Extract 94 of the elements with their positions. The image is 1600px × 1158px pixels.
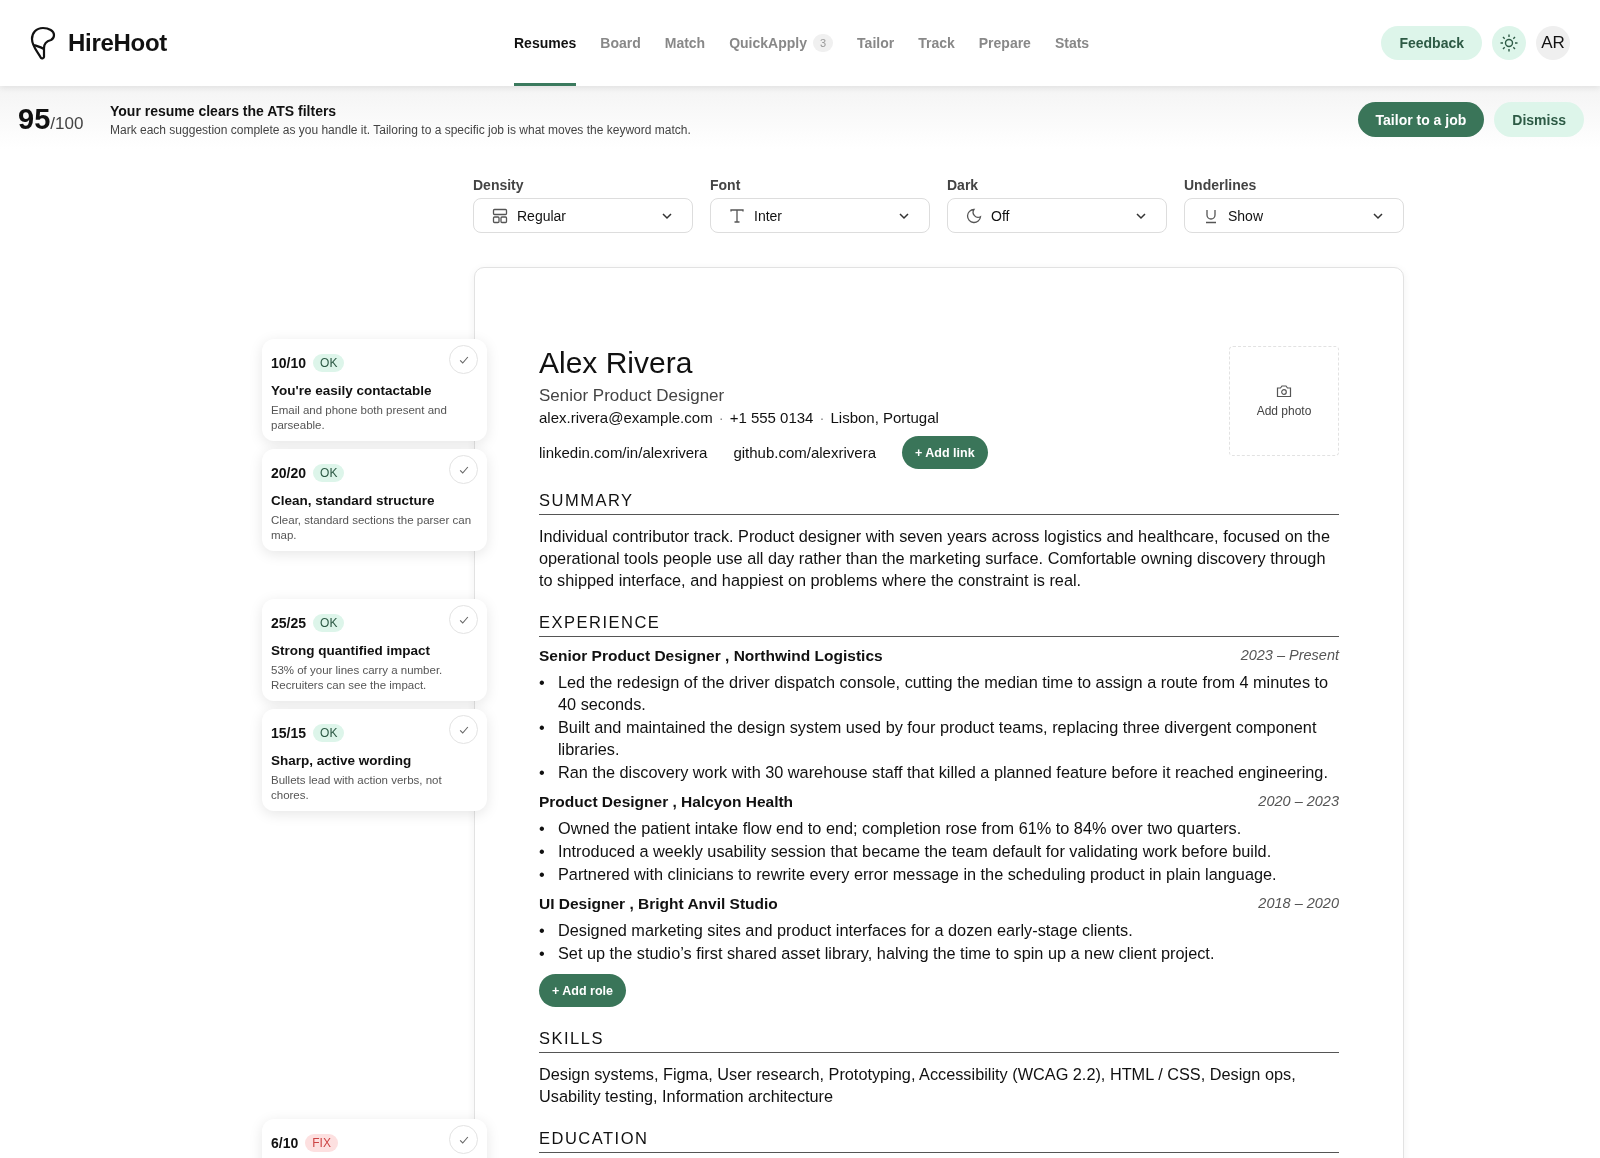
nav-tab[interactable]: Track [918, 0, 955, 86]
feedback-button[interactable]: Feedback [1381, 26, 1482, 60]
section-heading: SKILLS [539, 1029, 1339, 1053]
check-icon[interactable] [449, 715, 478, 744]
status-badge: OK [313, 613, 345, 632]
nav-tab[interactable]: Prepare [978, 0, 1031, 86]
count-badge: 3 [812, 34, 834, 52]
check-icon[interactable] [449, 345, 478, 374]
role-title: Product Designer , Halcyon Health [539, 793, 794, 811]
profile-link[interactable]: github.com/alexrivera [733, 444, 876, 461]
bullet-marker: • [539, 943, 546, 964]
setting-label: Dark [947, 177, 980, 193]
contact-text: Lisbon, Portugal [830, 409, 939, 426]
skills-text: Design systems, Figma, User research, Prototyping, Accessibility (WCAG 2.2), HTML / CSS, Design ops, Usability testing, Information architecture [539, 1064, 1297, 1107]
check-title: You're easily contactable [271, 383, 433, 398]
nav-tab[interactable]: Stats [1054, 0, 1090, 86]
resume-headline: Senior Product Designer [539, 386, 726, 406]
sun-icon[interactable] [1492, 26, 1526, 60]
tailor-button[interactable]: Tailor to a job [1357, 102, 1485, 137]
status-badge: OK [313, 353, 345, 372]
separator-dot: · [718, 409, 724, 426]
nav-tab[interactable]: Tailor [857, 0, 895, 86]
check-text: Bullets lead with action verbs, not chores. [271, 773, 443, 803]
dismiss-button[interactable]: Dismiss [1494, 102, 1584, 137]
nav-tab[interactable]: Board [600, 0, 641, 86]
bullet-marker: • [539, 818, 546, 839]
contact-text: alex.rivera@example.com [539, 409, 713, 426]
bullet-text: Partnered with clinicians to rewrite every error message in the scheduling product in plain language. [558, 864, 1277, 885]
bullet-marker: • [539, 762, 546, 783]
select-field[interactable]: Off [947, 198, 1167, 233]
select-field[interactable]: Show [1184, 198, 1404, 233]
check-score: 25/25 [271, 614, 307, 631]
nav-tab[interactable]: Match [664, 0, 706, 86]
check-score: 20/20 [271, 464, 307, 481]
section-heading: EXPERIENCE [539, 613, 1339, 637]
moon-icon [966, 207, 982, 224]
bullet-marker: • [539, 717, 546, 738]
check-text: Email and phone both present and parseable. [271, 403, 448, 433]
resume-name: Alex Rivera [539, 346, 694, 380]
check-icon[interactable] [449, 1125, 478, 1154]
bullet-marker: • [539, 920, 546, 941]
camera-icon [1276, 384, 1292, 398]
select-field[interactable]: Regular [473, 198, 693, 233]
layout-icon [492, 207, 508, 224]
text-icon [729, 207, 745, 224]
check-score: 6/10 [271, 1134, 299, 1151]
check-score: 10/10 [271, 354, 307, 371]
brand-name: HireHoot [68, 29, 167, 57]
bullet-text: Introduced a weekly usability session that became the team default for validating work before build. [558, 841, 1272, 862]
banner-text: Mark each suggestion complete as you handle it. Tailoring to a specific job is what moves the keyword match. [110, 122, 692, 137]
bullet-text: Designed marketing sites and product interfaces for a dozen early-stage clients. [558, 920, 1133, 941]
check-title: Strong quantified impact [271, 643, 431, 658]
nav-tab[interactable]: QuickApply 3 [729, 0, 834, 86]
profile-link[interactable]: linkedin.com/in/alexrivera [539, 444, 708, 461]
role-dates: 2023 – Present [1240, 647, 1339, 665]
separator-dot: · [819, 409, 825, 426]
status-badge: FIX [305, 1133, 338, 1152]
score-max: /100 [50, 114, 84, 133]
contact-text: +1 555 0134 [729, 409, 814, 426]
section-heading: SUMMARY [539, 491, 1339, 515]
setting-label: Density [473, 177, 525, 193]
add-link-button[interactable]: + Add link [902, 436, 988, 469]
check-score: 15/15 [271, 724, 307, 741]
bullet-text: Built and maintained the design system used by four product teams, replacing three divergent component libraries. [558, 717, 1318, 760]
bullet-text: Ran the discovery work with 30 warehouse staff that killed a planned feature before it reached engineering. [558, 762, 1328, 783]
check-title: Sharp, active wording [271, 753, 413, 768]
score-value: 95 [18, 103, 51, 135]
check-title: Clean, standard structure [271, 493, 436, 508]
check-text: Clear, standard sections the parser can map. [271, 513, 473, 543]
select-field[interactable]: Inter [710, 198, 930, 233]
bullet-marker: • [539, 672, 546, 693]
bullet-text: Set up the studio’s first shared asset library, halving the time to spin up a new client project. [558, 943, 1215, 964]
section-heading: EDUCATION [539, 1129, 1339, 1153]
add-photo-button[interactable]: Add photo [1229, 346, 1339, 456]
check-text: 53% of your lines carry a number. Recruiters can see the impact. [271, 663, 444, 693]
setting-label: Underlines [1184, 177, 1258, 193]
bullet-marker: • [539, 841, 546, 862]
check-icon[interactable] [449, 455, 478, 484]
underline-icon [1203, 207, 1219, 224]
check-icon[interactable] [449, 605, 478, 634]
role-title: UI Designer , Bright Anvil Studio [539, 895, 778, 913]
bullet-text: Owned the patient intake flow end to end; completion rose from 61% to 84% over two quarters. [558, 818, 1242, 839]
add-role-button[interactable]: + Add role [539, 974, 626, 1007]
setting-label: Font [710, 177, 742, 193]
user-avatar[interactable]: AR [1536, 26, 1570, 60]
bullet-text: Led the redesign of the driver dispatch console, cutting the median time to assign a route from 4 minutes to 40 seconds. [558, 672, 1330, 715]
banner-title: Your resume clears the ATS filters [110, 102, 338, 119]
status-badge: OK [313, 463, 345, 482]
bullet-marker: • [539, 864, 546, 885]
summary-text: Individual contributor track. Product designer with seven years across logistics and healthcare, focused on the operational tools people use all day rather than the marketing surface. Comfortable owning discovery through to shipped interface, and happiest on problems where the constraint is real. [539, 526, 1331, 591]
role-title: Senior Product Designer , Northwind Logistics [539, 647, 883, 665]
role-dates: 2018 – 2020 [1258, 895, 1339, 913]
status-badge: OK [313, 723, 345, 742]
role-dates: 2020 – 2023 [1258, 793, 1339, 811]
